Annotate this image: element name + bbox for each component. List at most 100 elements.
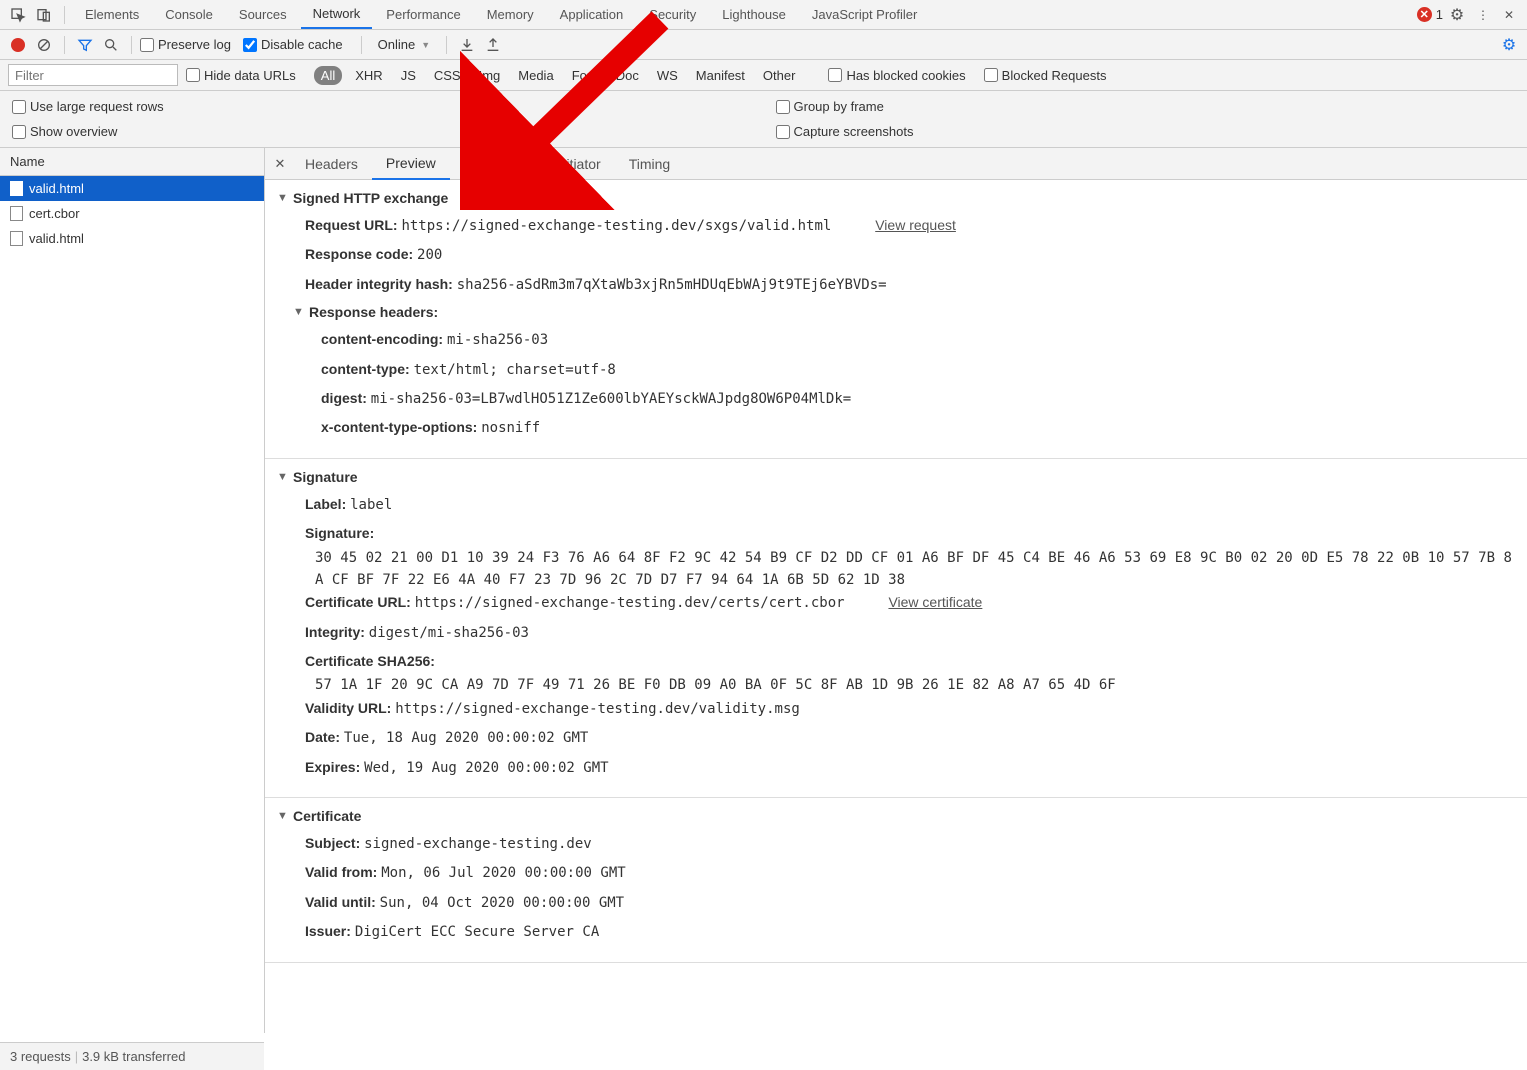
signature-row: Signature: — [305, 522, 1515, 544]
content-encoding-value: mi-sha256-03 — [447, 332, 548, 348]
filter-type-js[interactable]: JS — [396, 66, 421, 85]
tab-sources[interactable]: Sources — [227, 1, 299, 28]
close-detail-button[interactable]: ✕ — [269, 156, 291, 172]
tab-memory[interactable]: Memory — [475, 1, 546, 28]
filter-type-xhr[interactable]: XHR — [350, 66, 387, 85]
filter-icon[interactable] — [73, 33, 97, 57]
error-icon: ✕ — [1417, 7, 1432, 22]
integrity-label: Integrity: — [305, 624, 365, 640]
request-row[interactable]: valid.html — [0, 176, 264, 201]
response-headers-title-row[interactable]: ▼ Response headers: — [293, 304, 1515, 320]
expires-value: Wed, 19 Aug 2020 00:00:02 GMT — [364, 760, 608, 776]
detail-tabs: ✕ Headers Preview Response Initiator Tim… — [265, 148, 1527, 180]
digest-value: mi-sha256-03=LB7wdlHO51Z1Ze600lbYAEYsckW… — [371, 391, 851, 407]
tab-console[interactable]: Console — [153, 1, 225, 28]
separator — [64, 6, 65, 24]
filter-type-css[interactable]: CSS — [429, 66, 466, 85]
tab-elements[interactable]: Elements — [73, 1, 151, 28]
hide-data-urls-checkbox[interactable]: Hide data URLs — [186, 68, 296, 83]
expires-row: Expires: Wed, 19 Aug 2020 00:00:02 GMT — [305, 756, 1515, 779]
xcto-value: nosniff — [481, 420, 540, 436]
search-icon[interactable] — [99, 33, 123, 57]
request-name: valid.html — [29, 181, 84, 196]
request-url-label: Request URL: — [305, 217, 398, 233]
detail-tab-headers[interactable]: Headers — [291, 149, 372, 179]
transferred-size: 3.9 kB transferred — [82, 1049, 185, 1064]
capture-screenshots-checkbox[interactable]: Capture screenshots — [776, 124, 1506, 139]
filter-type-other[interactable]: Other — [758, 66, 801, 85]
subject-label: Subject: — [305, 835, 360, 851]
filter-type-manifest[interactable]: Manifest — [691, 66, 750, 85]
separator — [64, 36, 65, 54]
throttling-select[interactable]: Online▼ — [370, 35, 439, 54]
xcto-row: x-content-type-options: nosniff — [321, 416, 1515, 439]
network-settings-icon[interactable]: ⚙ — [1497, 33, 1521, 57]
clear-button[interactable] — [32, 33, 56, 57]
settings-icon[interactable]: ⚙ — [1445, 3, 1469, 27]
blocked-requests-checkbox[interactable]: Blocked Requests — [984, 68, 1107, 83]
sxg-title-row[interactable]: ▼ Signed HTTP exchange Learn more — [277, 190, 1515, 206]
signature-title-row[interactable]: ▼ Signature — [277, 469, 1515, 485]
tab-jsprofiler[interactable]: JavaScript Profiler — [800, 1, 929, 28]
separator: | — [75, 1049, 78, 1064]
view-request-link[interactable]: View request — [875, 217, 956, 233]
request-list-header[interactable]: Name — [0, 148, 264, 176]
valid-from-label: Valid from: — [305, 864, 377, 880]
tab-application[interactable]: Application — [548, 1, 636, 28]
detail-tab-preview[interactable]: Preview — [372, 148, 450, 180]
validity-url-label: Validity URL: — [305, 700, 391, 716]
device-toggle-icon[interactable] — [32, 3, 56, 27]
hide-data-urls-label: Hide data URLs — [204, 68, 296, 83]
detail-tab-timing[interactable]: Timing — [615, 149, 685, 179]
detail-tab-response[interactable]: Response — [450, 149, 541, 179]
document-icon — [10, 206, 23, 221]
response-code-row: Response code: 200 — [305, 243, 1515, 266]
tab-security[interactable]: Security — [637, 1, 708, 28]
request-row[interactable]: cert.cbor — [0, 201, 264, 226]
detail-panel: ✕ Headers Preview Response Initiator Tim… — [265, 148, 1527, 1033]
tab-network[interactable]: Network — [301, 0, 373, 29]
import-har-icon[interactable] — [455, 33, 479, 57]
validity-url-value: https://signed-exchange-testing.dev/vali… — [395, 701, 800, 717]
detail-tab-initiator[interactable]: Initiator — [541, 149, 615, 179]
digest-row: digest: mi-sha256-03=LB7wdlHO51Z1Ze600lb… — [321, 387, 1515, 410]
certificate-title-row[interactable]: ▼ Certificate — [277, 808, 1515, 824]
disable-cache-checkbox[interactable]: Disable cache — [243, 37, 343, 52]
error-badge[interactable]: ✕ 1 — [1417, 7, 1443, 22]
expires-label: Expires: — [305, 759, 360, 775]
more-icon[interactable]: ⋮ — [1471, 3, 1495, 27]
sxg-section: ▼ Signed HTTP exchange Learn more Reques… — [265, 180, 1527, 459]
request-row[interactable]: valid.html — [0, 226, 264, 251]
filter-type-img[interactable]: Img — [474, 66, 506, 85]
filter-type-media[interactable]: Media — [513, 66, 558, 85]
separator — [446, 36, 447, 54]
view-certificate-link[interactable]: View certificate — [888, 594, 982, 610]
filter-bar: Hide data URLs All XHR JS CSS Img Media … — [0, 60, 1527, 91]
filter-type-doc[interactable]: Doc — [611, 66, 644, 85]
filter-type-all[interactable]: All — [314, 66, 342, 85]
filter-input[interactable] — [8, 64, 178, 86]
signature-label: Signature: — [305, 525, 374, 541]
export-har-icon[interactable] — [481, 33, 505, 57]
integrity-value: digest/mi-sha256-03 — [369, 625, 529, 641]
disclosure-triangle-icon: ▼ — [293, 306, 303, 318]
valid-until-label: Valid until: — [305, 894, 376, 910]
record-button[interactable] — [6, 33, 30, 57]
preserve-log-checkbox[interactable]: Preserve log — [140, 37, 231, 52]
use-large-rows-checkbox[interactable]: Use large request rows — [12, 99, 742, 114]
tab-lighthouse[interactable]: Lighthouse — [710, 1, 798, 28]
has-blocked-cookies-checkbox[interactable]: Has blocked cookies — [828, 68, 965, 83]
request-list: valid.html cert.cbor valid.html — [0, 176, 264, 1033]
subject-value: signed-exchange-testing.dev — [364, 836, 592, 852]
tab-performance[interactable]: Performance — [374, 1, 472, 28]
filter-type-font[interactable]: Font — [567, 66, 603, 85]
cert-url-value: https://signed-exchange-testing.dev/cert… — [415, 595, 845, 611]
learn-more-link[interactable]: Learn more — [494, 190, 570, 206]
close-icon[interactable]: ✕ — [1497, 3, 1521, 27]
request-name: valid.html — [29, 231, 84, 246]
capture-screenshots-label: Capture screenshots — [794, 124, 914, 139]
inspect-icon[interactable] — [6, 3, 30, 27]
group-by-frame-checkbox[interactable]: Group by frame — [776, 99, 1506, 114]
filter-type-ws[interactable]: WS — [652, 66, 683, 85]
show-overview-checkbox[interactable]: Show overview — [12, 124, 742, 139]
